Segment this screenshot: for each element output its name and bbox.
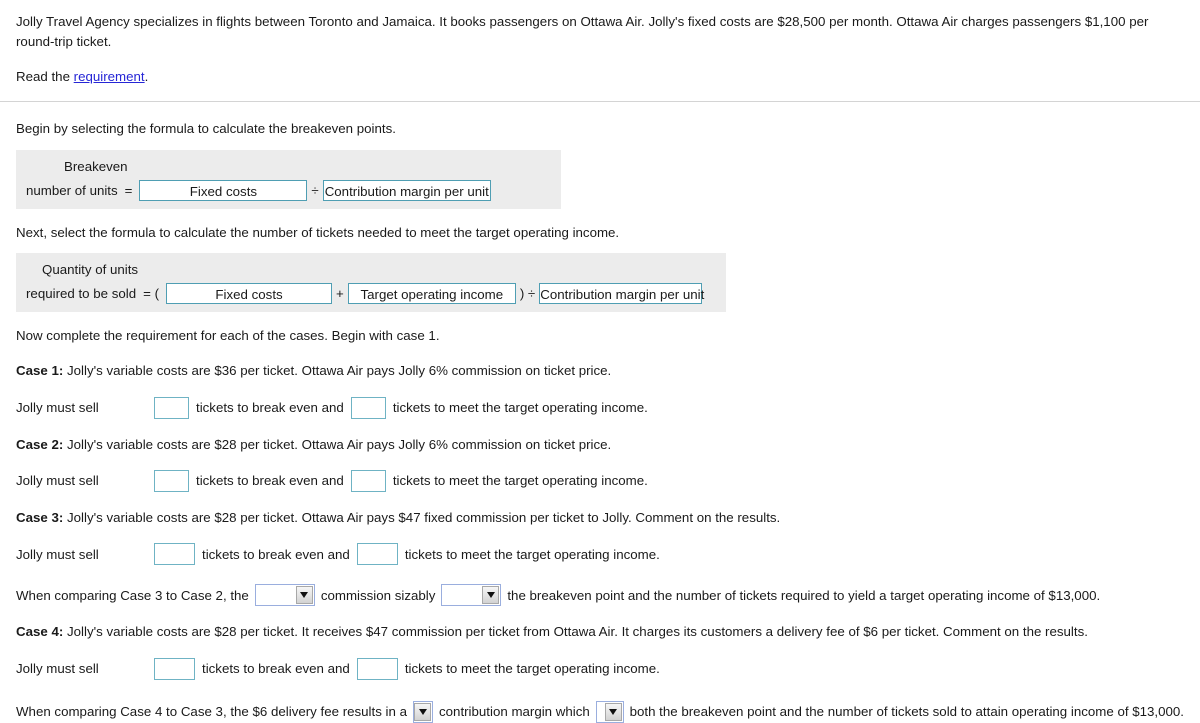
breakeven-instruction: Begin by selecting the formula to calcul… bbox=[16, 120, 396, 136]
case-2-target-input[interactable] bbox=[350, 470, 386, 493]
chevron-down-icon[interactable] bbox=[414, 702, 431, 721]
case-3-heading: Case 3: Jolly's variable costs are $28 p… bbox=[0, 508, 1200, 527]
case-4-heading: Case 4: Jolly's variable costs are $28 p… bbox=[0, 622, 1200, 641]
breakeven-label-line2: number of units bbox=[26, 183, 118, 199]
case-2-answer-row: Jolly must sell tickets to break even an… bbox=[0, 470, 1200, 493]
comparison-4-3-select-2[interactable] bbox=[595, 700, 624, 723]
case-3-middle-text: tickets to break even and bbox=[202, 546, 350, 562]
case-2-tail-text: tickets to meet the target operating inc… bbox=[392, 473, 648, 489]
case-4-label: Case 4: bbox=[16, 624, 64, 640]
case-4-lead: Jolly must sell bbox=[16, 660, 99, 676]
read-prefix: Read the bbox=[16, 68, 74, 84]
target-equals-open: = ( bbox=[143, 286, 160, 302]
case-3-tail-text: tickets to meet the target operating inc… bbox=[404, 546, 660, 562]
comparison-3-2-part2: commission sizably bbox=[320, 587, 436, 603]
target-numerator-b-select[interactable]: Target operating income bbox=[347, 283, 516, 305]
comparison-3-2-select-1[interactable] bbox=[254, 584, 315, 607]
breakeven-formula-panel: Breakeven number of units = Fixed costs … bbox=[16, 150, 561, 210]
comparison-4-3-part3: both the breakeven point and the number … bbox=[629, 703, 1184, 719]
read-requirement-line: Read the requirement. bbox=[16, 67, 1184, 87]
breakeven-divide-sign: ÷ bbox=[311, 183, 319, 199]
case-3-breakeven-input[interactable] bbox=[154, 543, 195, 566]
target-label-line1: Quantity of units bbox=[42, 262, 139, 278]
case-4-target-input[interactable] bbox=[356, 657, 398, 680]
target-formula-row: required to be sold = ( Fixed costs + Ta… bbox=[26, 283, 716, 305]
breakeven-numerator-select[interactable]: Fixed costs bbox=[139, 180, 308, 202]
case-1-label: Case 1: bbox=[16, 363, 64, 379]
breakeven-denominator-select[interactable]: Contribution margin per unit bbox=[322, 180, 491, 202]
target-denominator-select[interactable]: Contribution margin per unit bbox=[539, 283, 704, 305]
case-1-answer-row: Jolly must sell tickets to break even an… bbox=[0, 396, 1200, 419]
target-numerator-a-select[interactable]: Fixed costs bbox=[166, 283, 333, 305]
case-2-label: Case 2: bbox=[16, 436, 64, 452]
comparison-3-to-2-row: When comparing Case 3 to Case 2, the com… bbox=[0, 584, 1200, 607]
case-2-heading: Case 2: Jolly's variable costs are $28 p… bbox=[0, 435, 1200, 454]
case-3-target-input[interactable] bbox=[356, 543, 398, 566]
case-2-lead: Jolly must sell bbox=[16, 473, 99, 489]
case-2-text: Jolly's variable costs are $28 per ticke… bbox=[63, 436, 612, 452]
case-4-answer-row: Jolly must sell tickets to break even an… bbox=[0, 657, 1200, 680]
chevron-down-icon[interactable] bbox=[604, 702, 622, 721]
requirement-link[interactable]: requirement bbox=[74, 69, 145, 84]
case-1-text: Jolly's variable costs are $36 per ticke… bbox=[63, 363, 612, 379]
section-divider bbox=[0, 100, 1200, 102]
case-3-answer-row: Jolly must sell tickets to break even an… bbox=[0, 543, 1200, 566]
case-4-tail-text: tickets to meet the target operating inc… bbox=[404, 660, 660, 676]
breakeven-label-line1: Breakeven bbox=[64, 159, 128, 175]
case-2-middle-text: tickets to break even and bbox=[196, 473, 344, 489]
exercise-page: Jolly Travel Agency specializes in fligh… bbox=[0, 0, 1200, 723]
breakeven-formula-row: number of units = Fixed costs ÷ Contribu… bbox=[26, 180, 551, 202]
case-1-target-input[interactable] bbox=[350, 396, 386, 419]
case-3-lead: Jolly must sell bbox=[16, 546, 99, 562]
case-1-lead: Jolly must sell bbox=[16, 400, 99, 416]
target-instruction: Next, select the formula to calculate th… bbox=[16, 225, 620, 241]
comparison-4-3-select-1[interactable] bbox=[413, 700, 433, 723]
comparison-3-2-select-2[interactable] bbox=[441, 584, 502, 607]
chevron-down-icon[interactable] bbox=[295, 586, 313, 605]
case-2-breakeven-input[interactable] bbox=[154, 470, 189, 493]
comparison-4-3-part1: When comparing Case 4 to Case 3, the $6 … bbox=[16, 703, 407, 719]
case-1-tail-text: tickets to meet the target operating inc… bbox=[392, 400, 648, 416]
case-1-breakeven-input[interactable] bbox=[154, 396, 189, 419]
target-close-divide: ) ÷ bbox=[519, 286, 536, 302]
breakeven-equals-sign: = bbox=[124, 183, 133, 199]
case-3-text: Jolly's variable costs are $28 per ticke… bbox=[63, 510, 781, 526]
case-4-middle-text: tickets to break even and bbox=[202, 660, 350, 676]
target-label-line2: required to be sold bbox=[26, 286, 137, 302]
case-1-heading: Case 1: Jolly's variable costs are $36 p… bbox=[0, 361, 1200, 380]
comparison-4-3-part2: contribution margin which bbox=[439, 703, 590, 719]
cases-intro: Now complete the requirement for each of… bbox=[16, 328, 440, 344]
case-4-breakeven-input[interactable] bbox=[154, 657, 195, 680]
target-plus-sign: + bbox=[336, 286, 344, 302]
target-formula-panel: Quantity of units required to be sold = … bbox=[16, 253, 726, 313]
chevron-down-icon[interactable] bbox=[482, 586, 500, 605]
read-suffix: . bbox=[144, 68, 149, 84]
comparison-3-2-part3: the breakeven point and the number of ti… bbox=[507, 587, 1101, 603]
case-1-middle-text: tickets to break even and bbox=[196, 400, 344, 416]
case-4-text: Jolly's variable costs are $28 per ticke… bbox=[63, 624, 1088, 640]
intro-block: Jolly Travel Agency specializes in fligh… bbox=[0, 0, 1200, 87]
comparison-3-2-part1: When comparing Case 3 to Case 2, the bbox=[16, 587, 249, 603]
comparison-4-to-3-row: When comparing Case 4 to Case 3, the $6 … bbox=[0, 700, 1200, 723]
scenario-paragraph: Jolly Travel Agency specializes in fligh… bbox=[16, 14, 1149, 49]
case-3-label: Case 3: bbox=[16, 510, 64, 526]
